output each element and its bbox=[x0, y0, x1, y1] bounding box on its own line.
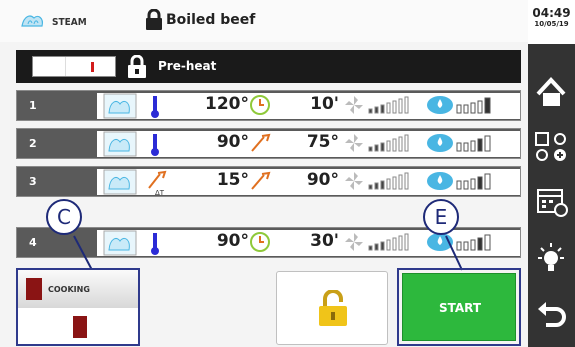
back-icon bbox=[530, 302, 573, 341]
back-button[interactable] bbox=[530, 293, 573, 337]
program-settings-button[interactable] bbox=[530, 125, 573, 169]
program-settings-icon bbox=[530, 132, 573, 173]
oven-door-icon bbox=[26, 278, 42, 300]
clock-time: 04:49 bbox=[532, 6, 571, 20]
calendar-button[interactable] bbox=[530, 180, 573, 224]
light-button[interactable] bbox=[530, 238, 573, 282]
home-icon bbox=[530, 77, 573, 118]
main-panel: STEAM Boiled beef Pre-heat 1 120° 10' 2 bbox=[0, 0, 528, 347]
cooking-button[interactable]: COOKING bbox=[16, 268, 140, 346]
calendar-icon bbox=[530, 189, 573, 228]
clock-date: 10/05/19 bbox=[534, 20, 569, 28]
start-label: START bbox=[438, 301, 482, 315]
home-button[interactable] bbox=[530, 70, 573, 114]
callout-c: C bbox=[46, 199, 82, 235]
unlock-icon bbox=[317, 289, 349, 332]
light-icon bbox=[530, 243, 573, 286]
callout-e: E bbox=[423, 199, 459, 235]
sidebar: 04:49 10/05/19 bbox=[528, 0, 575, 347]
oven-door-icon bbox=[73, 316, 87, 338]
cooking-label: COOKING bbox=[48, 285, 90, 294]
start-button[interactable]: START bbox=[397, 268, 521, 346]
clock: 04:49 10/05/19 bbox=[528, 0, 575, 44]
unlock-button[interactable] bbox=[276, 271, 388, 345]
